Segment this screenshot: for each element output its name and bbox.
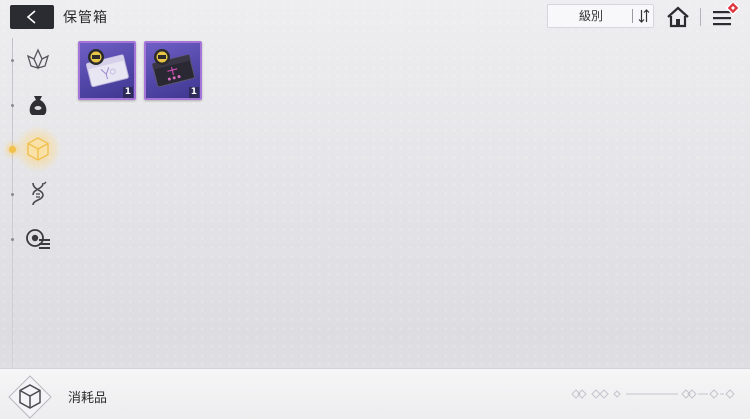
storage-screen: 保管箱 級別 1 1 消耗品 [0, 0, 750, 419]
home-icon [667, 6, 689, 28]
back-arrow-icon [26, 10, 36, 24]
ticket-logo [88, 49, 104, 65]
sort-divider [632, 9, 633, 23]
cube-icon [27, 137, 49, 161]
sort-label: 級別 [578, 9, 603, 23]
category-label: 消耗品 [68, 391, 108, 406]
sidebar-item-gene[interactable] [23, 179, 53, 209]
decorative-pattern [571, 389, 735, 399]
inventory-item[interactable]: 1 [144, 41, 202, 100]
menu-icon [713, 0, 741, 26]
item-count: 1 [188, 87, 199, 98]
sidebar-dot [11, 193, 14, 196]
page-title: 保管箱 [63, 10, 108, 26]
item-count: 1 [122, 87, 133, 98]
sort-order-button[interactable] [634, 5, 654, 27]
sort-dropdown[interactable]: 級別 [547, 4, 654, 28]
sidebar-rail [12, 38, 13, 368]
sort-order-icon [638, 9, 650, 23]
ticket-logo [154, 49, 170, 65]
disc-list-icon [26, 229, 50, 249]
sidebar-dot [11, 59, 14, 62]
cube-icon [8, 375, 52, 419]
crystal-icon [26, 48, 50, 70]
menu-button[interactable] [708, 0, 742, 31]
sidebar-item-crystal[interactable] [23, 45, 53, 75]
pouch-icon [29, 96, 47, 115]
top-divider [700, 8, 701, 26]
sidebar-dot [11, 104, 14, 107]
home-button[interactable] [664, 3, 692, 31]
sidebar-item-consumables[interactable] [15, 126, 61, 172]
sidebar-item-disc[interactable] [23, 224, 53, 254]
dna-icon [32, 181, 47, 206]
back-button[interactable] [10, 5, 54, 29]
inventory-item[interactable]: 1 [78, 41, 136, 100]
category-icon-frame [8, 375, 52, 419]
category-footer: 消耗品 [0, 368, 750, 419]
sidebar-dot [11, 238, 14, 241]
sidebar-item-pouch[interactable] [23, 90, 53, 120]
